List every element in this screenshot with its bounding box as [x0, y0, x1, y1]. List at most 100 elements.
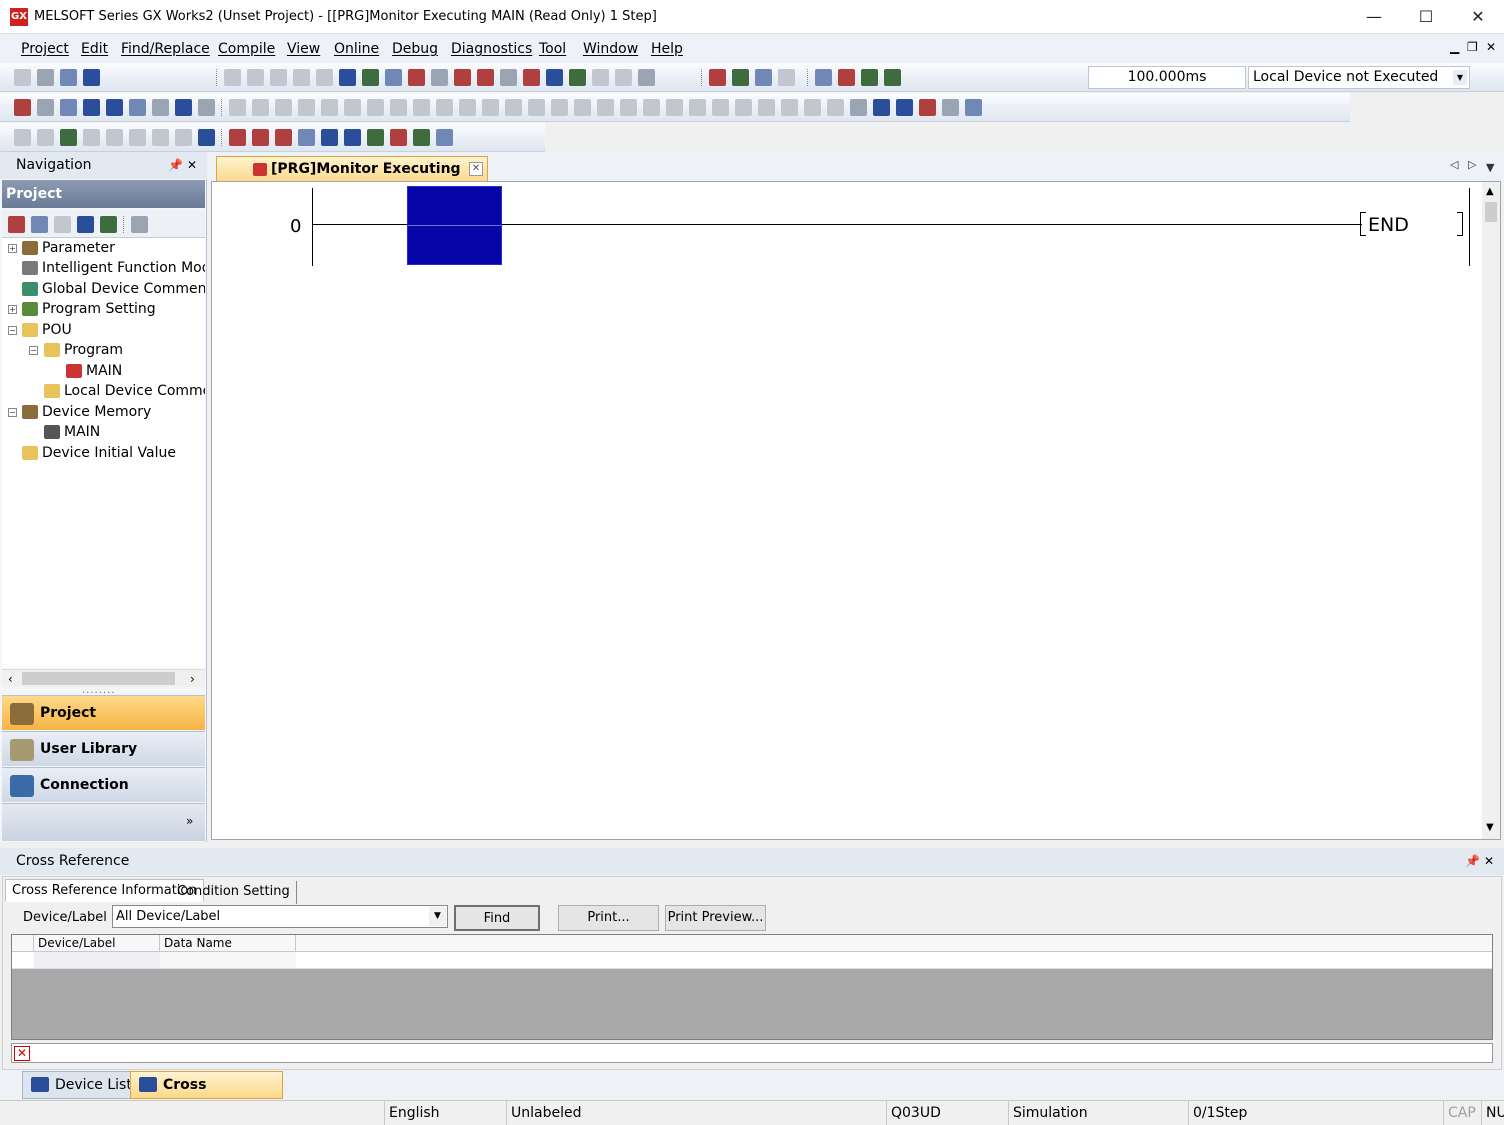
redo-icon[interactable]	[316, 69, 333, 86]
scroll-left-icon[interactable]: ‹	[8, 670, 13, 688]
tab-prev-icon[interactable]: ◁	[1450, 158, 1458, 171]
sfc-block-icon[interactable]	[198, 129, 215, 146]
rising-branch-icon[interactable]	[505, 99, 522, 116]
monitor-start-icon[interactable]	[408, 69, 425, 86]
ladder-editor[interactable]: 0 END ▲ ▼	[211, 181, 1501, 840]
line-delete-icon[interactable]	[666, 99, 683, 116]
find-window-icon[interactable]	[152, 99, 169, 116]
device-entry-window-icon[interactable]	[106, 99, 123, 116]
watch-icon[interactable]	[129, 99, 146, 116]
delete-vline-icon[interactable]	[436, 99, 453, 116]
read-from-plc-icon[interactable]	[385, 69, 402, 86]
monitor-mode-icon[interactable]	[919, 99, 936, 116]
save-icon[interactable]	[60, 69, 77, 86]
undo-icon[interactable]	[293, 69, 310, 86]
falling-branch-icon[interactable]	[528, 99, 545, 116]
table-row[interactable]	[12, 952, 1492, 969]
tree-item-main-program[interactable]: MAIN	[66, 361, 122, 381]
chevron-down-icon[interactable]: ▼	[429, 907, 446, 926]
invert-icon[interactable]	[689, 99, 706, 116]
monitor-stop-icon[interactable]	[431, 69, 448, 86]
close-contact-icon[interactable]	[275, 99, 292, 116]
menu-find-replace[interactable]: Find/Replace	[121, 41, 210, 57]
tree-item-device-memory[interactable]: Device Memory	[22, 402, 151, 422]
mdi-minimize-button[interactable]: ▁	[1450, 40, 1459, 54]
properties-icon[interactable]	[77, 216, 94, 233]
zoom-in-icon[interactable]	[965, 99, 982, 116]
convert-icon[interactable]	[712, 99, 729, 116]
trace-window-icon[interactable]	[436, 129, 453, 146]
statement-display-icon[interactable]	[850, 99, 867, 116]
device-list-icon[interactable]	[546, 69, 563, 86]
find-button[interactable]: Find	[454, 905, 540, 931]
open-icon[interactable]	[37, 69, 54, 86]
help-icon[interactable]	[83, 69, 100, 86]
vline-icon[interactable]	[390, 99, 407, 116]
menu-project[interactable]: Project	[21, 41, 69, 57]
new-icon[interactable]	[14, 69, 31, 86]
mdi-close-button[interactable]: ✕	[1486, 40, 1496, 54]
label-display-icon[interactable]	[896, 99, 913, 116]
online-icon[interactable]	[523, 69, 540, 86]
tree-item-device-initial-value[interactable]: Device Initial Value	[22, 443, 176, 463]
operation-invert-icon[interactable]	[574, 99, 591, 116]
inline-st-icon[interactable]	[735, 99, 752, 116]
navigation-window-icon[interactable]	[14, 99, 31, 116]
tab-monitor-main[interactable]: [PRG]Monitor Executing M... ✕	[216, 156, 488, 201]
trace-icon[interactable]	[367, 129, 384, 146]
scroll-thumb[interactable]	[1485, 202, 1497, 222]
comment-icon[interactable]	[592, 69, 609, 86]
sort-icon[interactable]	[131, 216, 148, 233]
coil-icon[interactable]	[321, 99, 338, 116]
tab-condition-setting[interactable]: Condition Setting	[171, 881, 297, 904]
open-branch-icon[interactable]	[252, 99, 269, 116]
run-icon[interactable]	[838, 69, 855, 86]
tab-next-icon[interactable]: ▷	[1468, 158, 1476, 171]
statement-icon[interactable]	[615, 69, 632, 86]
tree-item-parameter[interactable]: Parameter	[22, 238, 115, 258]
ladder-cursor[interactable]	[407, 186, 502, 265]
tree-item-main-memory[interactable]: MAIN	[44, 422, 100, 442]
tree-item-program-setting[interactable]: Program Setting	[22, 299, 156, 319]
breakpoint-clear-icon[interactable]	[252, 129, 269, 146]
tree-item-intelligent-function-module[interactable]: Intelligent Function Module	[22, 258, 205, 278]
falling-pulse-icon[interactable]	[482, 99, 499, 116]
sfc-jump-icon[interactable]	[60, 129, 77, 146]
device-status-combo[interactable]: Local Device not Executed ▼	[1248, 66, 1470, 89]
instruction-icon[interactable]	[344, 99, 361, 116]
print-preview-button[interactable]: Print Preview...	[665, 905, 766, 931]
hline-icon[interactable]	[367, 99, 384, 116]
add-data-icon[interactable]	[8, 216, 25, 233]
menu-help[interactable]: Help	[651, 41, 683, 57]
tree-item-local-device-comment[interactable]: Local Device Comment	[44, 381, 205, 401]
sfc-transition-icon[interactable]	[37, 129, 54, 146]
cut-icon[interactable]	[224, 69, 241, 86]
print-button[interactable]: Print...	[558, 905, 659, 931]
compile-icon[interactable]	[500, 69, 517, 86]
rising-pulse-icon[interactable]	[459, 99, 476, 116]
menu-compile[interactable]: Compile	[218, 41, 275, 57]
menu-diagnostics[interactable]: Diagnostics	[451, 41, 532, 57]
zoom-icon[interactable]	[804, 99, 821, 116]
neg-pulse-icon[interactable]	[597, 99, 614, 116]
breakpoint-icon[interactable]	[229, 129, 246, 146]
ladder-icon[interactable]	[758, 99, 775, 116]
tree-item-pou[interactable]: POU	[22, 320, 72, 340]
sampling-icon[interactable]	[344, 129, 361, 146]
collapse-icon[interactable]: −	[8, 326, 17, 335]
step-exec-icon[interactable]	[275, 129, 292, 146]
tab-device-list[interactable]: Device List	[22, 1071, 134, 1099]
simulation-icon[interactable]	[815, 69, 832, 86]
list-icon[interactable]	[781, 99, 798, 116]
expand-icon[interactable]: +	[8, 305, 17, 314]
close-button[interactable]: ✕	[1452, 0, 1504, 34]
read-mode-icon[interactable]	[942, 99, 959, 116]
device-label-dropdown[interactable]: All Device/Label ▼	[112, 905, 448, 928]
scroll-thumb[interactable]	[22, 672, 175, 685]
chevron-more-icon[interactable]: »	[186, 814, 193, 828]
sfc-step-icon[interactable]	[14, 129, 31, 146]
scroll-right-icon[interactable]: ›	[190, 670, 195, 688]
scroll-down-icon[interactable]: ▼	[1486, 822, 1494, 833]
column-device-label[interactable]: Device/Label	[34, 935, 160, 952]
operation-result-icon[interactable]	[551, 99, 568, 116]
